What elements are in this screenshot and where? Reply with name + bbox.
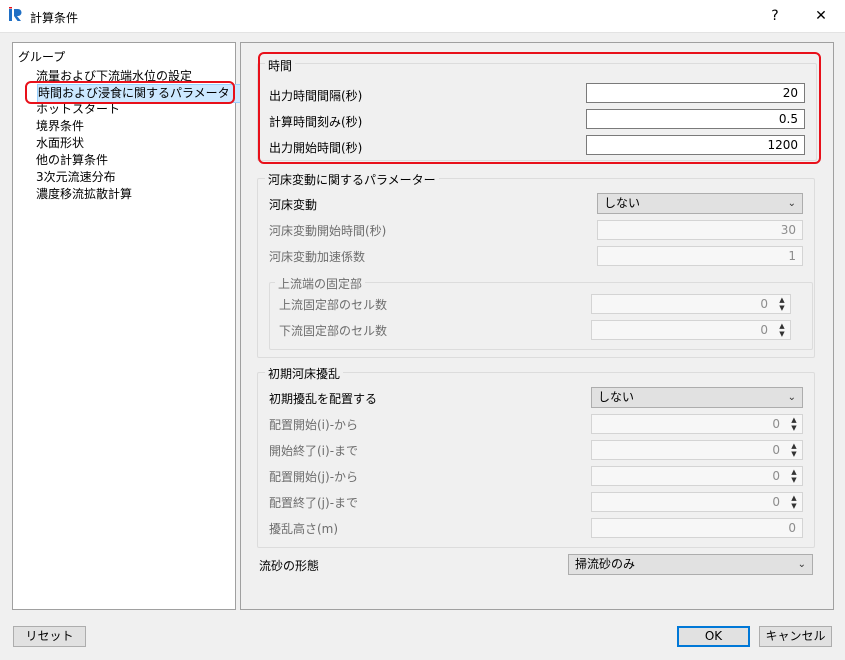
i-end-spinbox[interactable]: 0 ▲ ▼ [591, 440, 803, 460]
j-start-value: 0 [772, 469, 780, 483]
spin-arrows-icon[interactable]: ▲ ▼ [776, 322, 788, 338]
bed-start-label: 河床変動開始時間(秒) [269, 224, 387, 238]
settings-panel: 時間 出力時間間隔(秒) 20 計算時間刻み(秒) 0.5 出力開始時間(秒) … [240, 42, 834, 610]
sediment-select[interactable]: 掃流砂のみ ⌄ [568, 554, 813, 575]
title-bar: 計算条件 ? ✕ [0, 0, 845, 33]
j-start-spinbox[interactable]: 0 ▲ ▼ [591, 466, 803, 486]
time-highlight-box [258, 52, 821, 164]
downstream-cells-spinbox[interactable]: 0 ▲ ▼ [591, 320, 791, 340]
bed-start-input[interactable]: 30 [597, 220, 803, 240]
selection-highlight-box [25, 81, 235, 104]
bed-change-group-title: 河床変動に関するパラメーター [265, 171, 439, 188]
tree-item-concentration[interactable]: 濃度移流拡散計算 [36, 186, 132, 203]
bed-change-label: 河床変動 [269, 198, 318, 212]
i-end-label: 開始終了(i)-まで [269, 444, 359, 458]
disturbance-height-label: 擾乱高さ(m) [269, 522, 339, 536]
disturbance-place-value: しない [598, 390, 635, 404]
j-start-label: 配置開始(j)-から [269, 470, 359, 484]
downstream-cells-value: 0 [760, 323, 768, 337]
i-start-spinbox[interactable]: 0 ▲ ▼ [591, 414, 803, 434]
sediment-label: 流砂の形態 [259, 559, 320, 573]
sediment-value: 掃流砂のみ [575, 557, 636, 571]
disturbance-place-label: 初期擾乱を配置する [269, 392, 378, 406]
tree-item-3d-velocity[interactable]: 3次元流速分布 [36, 169, 116, 186]
i-start-value: 0 [772, 417, 780, 431]
window-title: 計算条件 [30, 11, 79, 25]
i-end-value: 0 [772, 443, 780, 457]
tree-item-water-surface[interactable]: 水面形状 [36, 135, 84, 152]
chevron-down-icon: ⌄ [787, 198, 796, 209]
spin-arrows-icon[interactable]: ▲ ▼ [788, 468, 800, 484]
cancel-button[interactable]: キャンセル [759, 626, 832, 647]
fixed-part-title: 上流端の固定部 [275, 275, 366, 292]
j-end-spinbox[interactable]: 0 ▲ ▼ [591, 492, 803, 512]
spin-arrows-icon[interactable]: ▲ ▼ [776, 296, 788, 312]
i-start-label: 配置開始(i)-から [269, 418, 359, 432]
j-end-label: 配置終了(j)-まで [269, 496, 359, 510]
disturbance-place-select[interactable]: しない ⌄ [591, 387, 803, 408]
iric-logo-icon [9, 7, 22, 21]
chevron-down-icon: ⌄ [787, 392, 796, 403]
bed-change-select[interactable]: しない ⌄ [597, 193, 803, 214]
tree-item-other[interactable]: 他の計算条件 [36, 152, 108, 169]
j-end-value: 0 [772, 495, 780, 509]
bed-change-value: しない [604, 196, 641, 210]
ok-button[interactable]: OK [677, 626, 750, 647]
chevron-down-icon: ⌄ [797, 559, 806, 570]
group-tree[interactable]: グループ 流量および下流端水位の設定 時間および浸食に関するパラメータ ホットス… [12, 42, 243, 610]
disturbance-height-input[interactable]: 0 [591, 518, 803, 538]
tree-item-boundary[interactable]: 境界条件 [36, 118, 84, 135]
close-button[interactable]: ✕ [799, 0, 843, 32]
bed-accel-input[interactable]: 1 [597, 246, 803, 266]
upstream-cells-spinbox[interactable]: 0 ▲ ▼ [591, 294, 791, 314]
group-tree-header: グループ [18, 50, 66, 64]
upstream-cells-label: 上流固定部のセル数 [279, 298, 388, 312]
upstream-cells-value: 0 [760, 297, 768, 311]
spin-arrows-icon[interactable]: ▲ ▼ [788, 416, 800, 432]
spin-arrows-icon[interactable]: ▲ ▼ [788, 494, 800, 510]
spin-arrows-icon[interactable]: ▲ ▼ [788, 442, 800, 458]
help-button[interactable]: ? [753, 0, 797, 32]
reset-button[interactable]: リセット [13, 626, 86, 647]
downstream-cells-label: 下流固定部のセル数 [279, 324, 388, 338]
disturbance-group-title: 初期河床擾乱 [265, 365, 344, 382]
bed-accel-label: 河床変動加速係数 [269, 250, 366, 264]
